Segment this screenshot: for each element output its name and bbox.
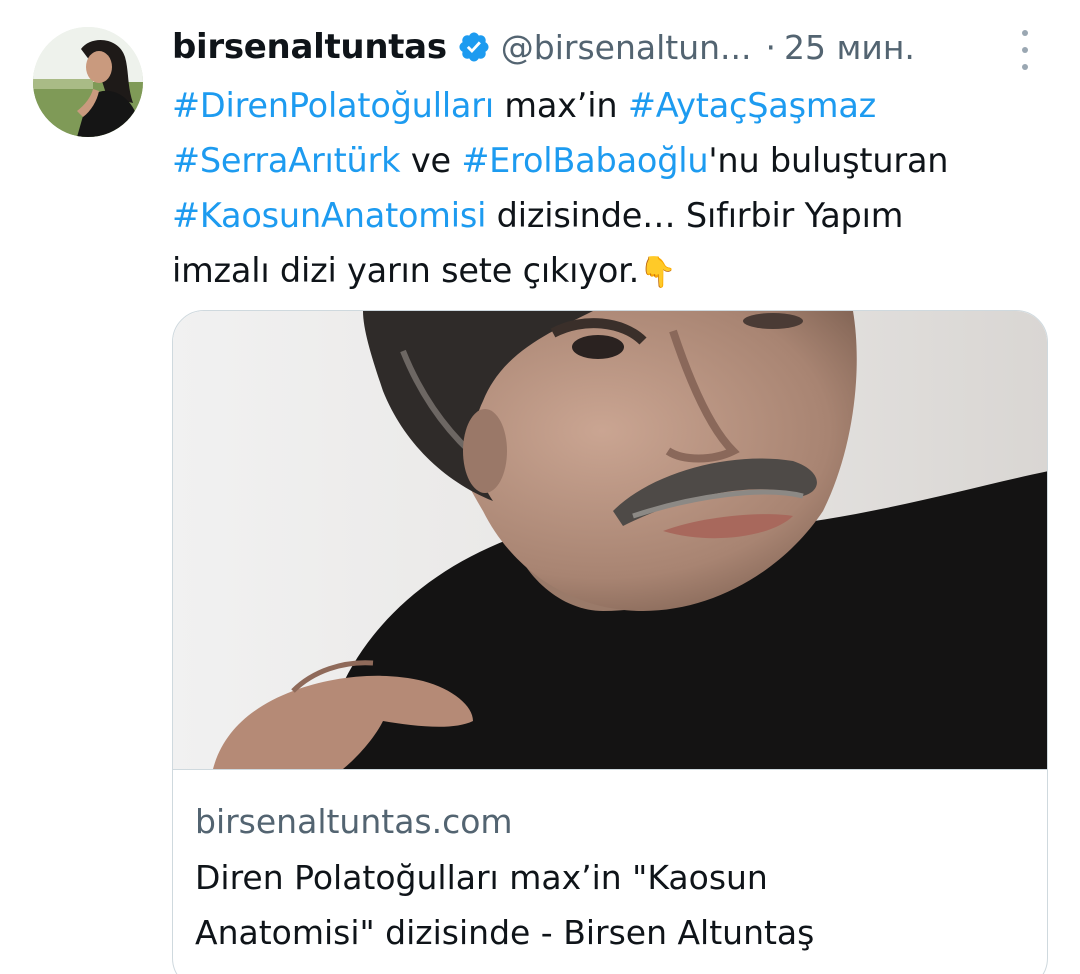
avatar[interactable]	[33, 27, 143, 137]
link-card[interactable]: birsenaltuntas.com Diren Polatoğulları m…	[172, 310, 1048, 974]
text-fragment: imzalı dizi yarın sete çıkıyor.	[172, 251, 640, 290]
card-title: Diren Polatoğulları max’in "Kaosun Anato…	[195, 858, 815, 952]
tweet-text-line: #DirenPolatoğulları max’in #AytaçŞaşmaz	[172, 78, 1052, 133]
author-handle[interactable]: @birsenaltun...	[501, 28, 752, 67]
avatar-photo	[33, 27, 143, 137]
pointing-down-emoji: 👇	[639, 255, 677, 290]
hashtag-link[interactable]: #KaosunAnatomisi	[172, 196, 486, 235]
card-image[interactable]	[173, 311, 1047, 769]
text-fragment: max’in	[493, 86, 628, 125]
tweet-text-line: #KaosunAnatomisi dizisinde… Sıfırbir Yap…	[172, 188, 1052, 243]
hashtag-link[interactable]: #DirenPolatoğulları	[172, 86, 494, 125]
portrait-photo	[173, 311, 1047, 769]
tweet-text-line: #SerraArıtürk ve #ErolBabaoğlu'nu buluşt…	[172, 133, 1052, 188]
text-fragment: ve	[400, 141, 462, 180]
hashtag-link[interactable]: #AytaçŞaşmaz	[628, 86, 876, 125]
tweet[interactable]: birsenaltuntas @birsenaltun... · 25 мин.…	[0, 0, 1080, 974]
more-options-icon[interactable]	[1013, 30, 1037, 70]
hashtag-link[interactable]: #SerraArıtürk	[172, 141, 401, 180]
header-separator: ·	[765, 27, 777, 67]
text-fragment: dizisinde… Sıfırbir Yapım	[486, 196, 904, 235]
author-name[interactable]: birsenaltuntas	[172, 27, 447, 67]
tweet-header: birsenaltuntas @birsenaltun... · 25 мин.	[172, 22, 1052, 72]
tweet-text-line: imzalı dizi yarın sete çıkıyor.👇	[172, 243, 1052, 300]
verified-badge-icon	[459, 32, 489, 62]
timestamp[interactable]: 25 мин.	[784, 28, 915, 67]
text-fragment: 'nu buluşturan	[708, 141, 949, 180]
card-info[interactable]: birsenaltuntas.com Diren Polatoğulları m…	[173, 769, 1047, 974]
tweet-text: #DirenPolatoğulları max’in #AytaçŞaşmaz …	[172, 78, 1052, 300]
hashtag-link[interactable]: #ErolBabaoğlu	[461, 141, 708, 180]
card-domain: birsenaltuntas.com	[195, 802, 513, 841]
